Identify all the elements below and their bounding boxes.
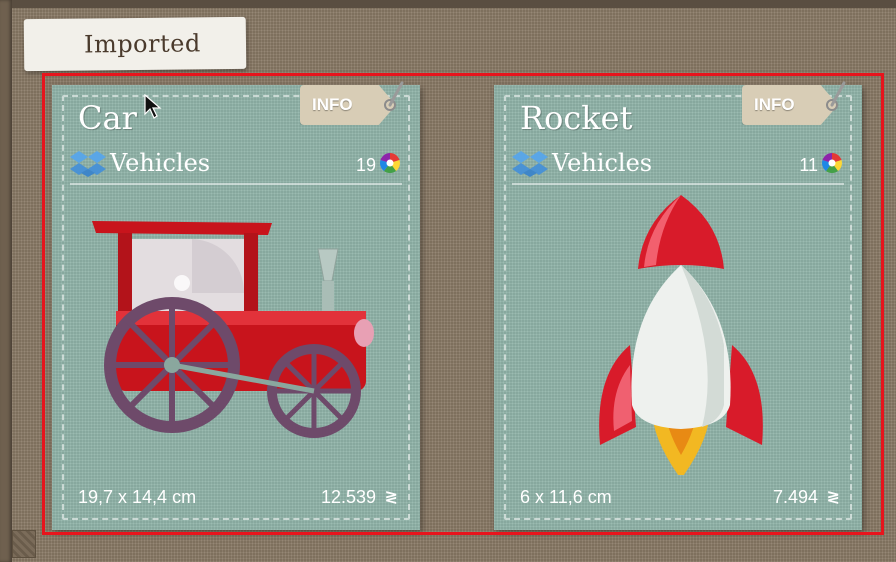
left-edge (0, 0, 12, 562)
resize-handle[interactable] (12, 530, 36, 558)
top-edge (0, 0, 896, 8)
selection-frame (42, 73, 884, 535)
section-tab-label: Imported (83, 29, 201, 59)
mouse-cursor-icon (144, 94, 162, 119)
section-tab-imported[interactable]: Imported (23, 16, 247, 72)
